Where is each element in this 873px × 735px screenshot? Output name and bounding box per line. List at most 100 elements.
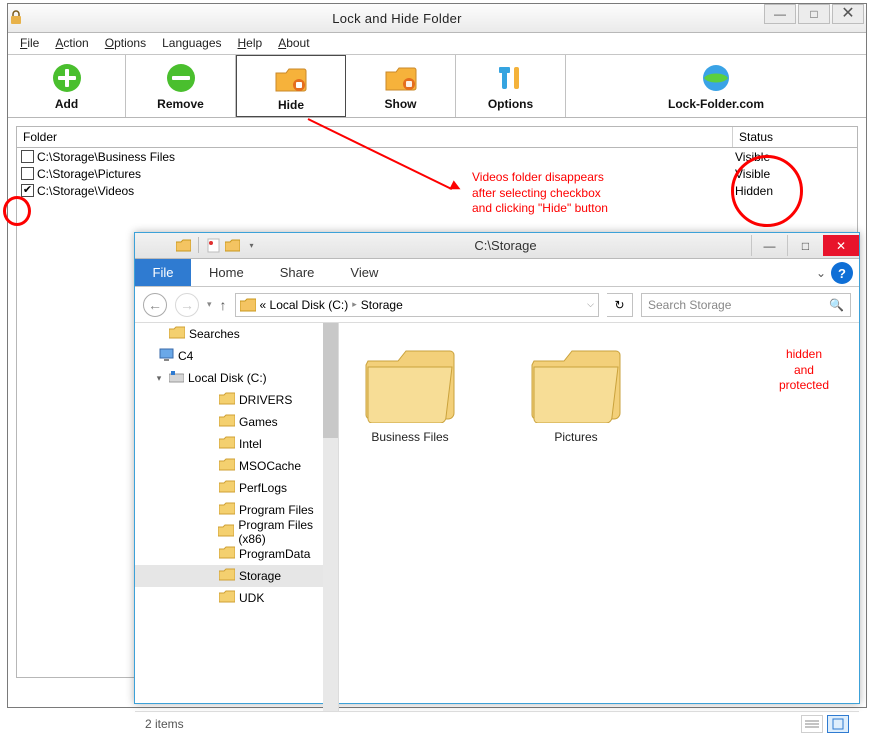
explorer-window: ▾ C:\Storage — □ ✕ File Home Share View … <box>134 232 860 704</box>
large-folder-icon <box>362 343 458 423</box>
explorer-close-button[interactable]: ✕ <box>823 235 859 256</box>
ribbon-file-tab[interactable]: File <box>135 259 191 286</box>
row-status: Visible <box>729 167 853 181</box>
tree-label: PerfLogs <box>239 481 287 495</box>
hide-button[interactable]: Hide <box>236 55 346 117</box>
folder-icon <box>219 458 235 474</box>
history-dropdown-icon[interactable]: ▾ <box>207 299 212 310</box>
list-row[interactable]: ✔C:\Storage\VideosHidden <box>17 182 857 199</box>
remove-button[interactable]: Remove <box>126 55 236 117</box>
ribbon-expand-icon[interactable]: ⌄ <box>811 259 831 286</box>
options-button[interactable]: Options <box>456 55 566 117</box>
search-input[interactable]: Search Storage 🔍 <box>641 293 851 317</box>
list-row[interactable]: C:\Storage\Business FilesVisible <box>17 148 857 165</box>
qat-folder-icon[interactable] <box>175 237 192 254</box>
menu-help[interactable]: Help <box>238 36 263 50</box>
nav-tree[interactable]: Searches C4 ▾Local Disk (C:) DRIVERS GamesIn… <box>135 323 339 711</box>
content-pane[interactable]: Business Files Pictures hidden and protec… <box>339 323 859 711</box>
folder-icon <box>219 414 235 430</box>
row-checkbox[interactable]: ✔ <box>21 184 34 197</box>
tree-item[interactable]: Storage <box>135 565 338 587</box>
up-button[interactable]: ↑ <box>220 297 227 313</box>
list-header[interactable]: Folder Status <box>16 126 858 148</box>
folder-icon <box>219 436 235 452</box>
explorer-statusbar: 2 items <box>135 711 859 735</box>
view-icons-button[interactable] <box>827 715 849 733</box>
show-button[interactable]: Show <box>346 55 456 117</box>
titlebar[interactable]: Lock and Hide Folder — □ ✕ <box>8 4 866 33</box>
tree-item[interactable]: Program Files (x86) <box>135 521 338 543</box>
tree-item[interactable]: ▾Local Disk (C:) <box>135 367 338 389</box>
globe-icon <box>566 61 866 95</box>
tools-icon <box>456 61 565 95</box>
app-icon <box>8 10 30 26</box>
menu-about[interactable]: About <box>278 36 309 50</box>
crumb-dropdown-icon[interactable]: ⌵ <box>587 299 594 310</box>
content-folder[interactable]: Pictures <box>521 343 631 444</box>
explorer-titlebar[interactable]: ▾ C:\Storage — □ ✕ <box>135 233 859 259</box>
breadcrumb[interactable]: « Local Disk (C:) ▸ Storage ⌵ <box>235 293 599 317</box>
tree-label: C4 <box>178 349 193 363</box>
list-row[interactable]: C:\Storage\Pictures Visible <box>17 165 857 182</box>
large-folder-icon <box>528 343 624 423</box>
view-details-button[interactable] <box>801 715 823 733</box>
close-button[interactable]: ✕ <box>832 4 864 24</box>
back-button[interactable]: ← <box>143 293 167 317</box>
breadcrumb-seg2[interactable]: Storage <box>361 298 403 312</box>
folder-show-icon <box>346 61 455 95</box>
explorer-body: Searches C4 ▾Local Disk (C:) DRIVERS GamesIn… <box>135 323 859 711</box>
annotation-main: Videos folder disappears after selecting… <box>472 170 608 217</box>
tree-item[interactable]: Searches <box>135 323 338 345</box>
col-folder[interactable]: Folder <box>17 127 733 147</box>
ribbon-home-tab[interactable]: Home <box>191 259 262 286</box>
breadcrumb-seg1[interactable]: « Local Disk (C:) <box>260 298 349 312</box>
row-checkbox[interactable] <box>21 167 34 180</box>
folder-icon <box>219 568 235 584</box>
tree-scroll-thumb[interactable] <box>323 323 338 438</box>
menu-options[interactable]: Options <box>105 36 146 50</box>
content-folder-label: Pictures <box>521 430 631 444</box>
menu-file[interactable]: File <box>20 36 39 50</box>
tree-item[interactable]: Intel <box>135 433 338 455</box>
minus-icon <box>126 61 235 95</box>
explorer-minimize-button[interactable]: — <box>751 235 787 256</box>
tree-label: ProgramData <box>239 547 310 561</box>
col-status[interactable]: Status <box>733 127 857 147</box>
folder-icon <box>218 524 234 540</box>
folder-icon <box>219 392 235 408</box>
folder-icon <box>240 298 256 312</box>
tree-label: DRIVERS <box>239 393 292 407</box>
drive-icon <box>169 371 184 386</box>
row-status: Visible <box>729 150 853 164</box>
row-path: C:\Storage\Pictures <box>37 167 141 181</box>
website-button[interactable]: Lock-Folder.com <box>566 55 866 117</box>
qat-properties-icon[interactable] <box>205 237 222 254</box>
tree-item[interactable]: PerfLogs <box>135 477 338 499</box>
folder-icon <box>169 326 185 342</box>
menu-action[interactable]: Action <box>55 36 88 50</box>
maximize-button[interactable]: □ <box>798 4 830 24</box>
explorer-maximize-button[interactable]: □ <box>787 235 823 256</box>
tree-item[interactable]: UDK <box>135 587 338 609</box>
tree-item[interactable]: DRIVERS <box>135 389 338 411</box>
explorer-navbar: ← → ▾ ↑ « Local Disk (C:) ▸ Storage ⌵ ↻ … <box>135 287 859 323</box>
qat-dropdown-icon[interactable]: ▾ <box>243 237 260 254</box>
ribbon-view-tab[interactable]: View <box>332 259 396 286</box>
tree-item[interactable]: ProgramData <box>135 543 338 565</box>
forward-button[interactable]: → <box>175 293 199 317</box>
minimize-button[interactable]: — <box>764 4 796 24</box>
tree-item[interactable]: MSOCache <box>135 455 338 477</box>
ribbon-share-tab[interactable]: Share <box>262 259 333 286</box>
row-checkbox[interactable] <box>21 150 34 163</box>
window-title: Lock and Hide Folder <box>30 11 764 26</box>
refresh-button[interactable]: ↻ <box>607 293 633 317</box>
annotation-content: hidden and protected <box>779 347 829 394</box>
help-icon[interactable]: ? <box>831 262 853 284</box>
tree-item[interactable]: Games <box>135 411 338 433</box>
menu-languages[interactable]: Languages <box>162 36 221 50</box>
tree-item[interactable]: C4 <box>135 345 338 367</box>
content-folder[interactable]: Business Files <box>355 343 465 444</box>
add-button[interactable]: Add <box>8 55 126 117</box>
folder-icon <box>219 502 235 518</box>
qat-newfolder-icon[interactable] <box>224 237 241 254</box>
